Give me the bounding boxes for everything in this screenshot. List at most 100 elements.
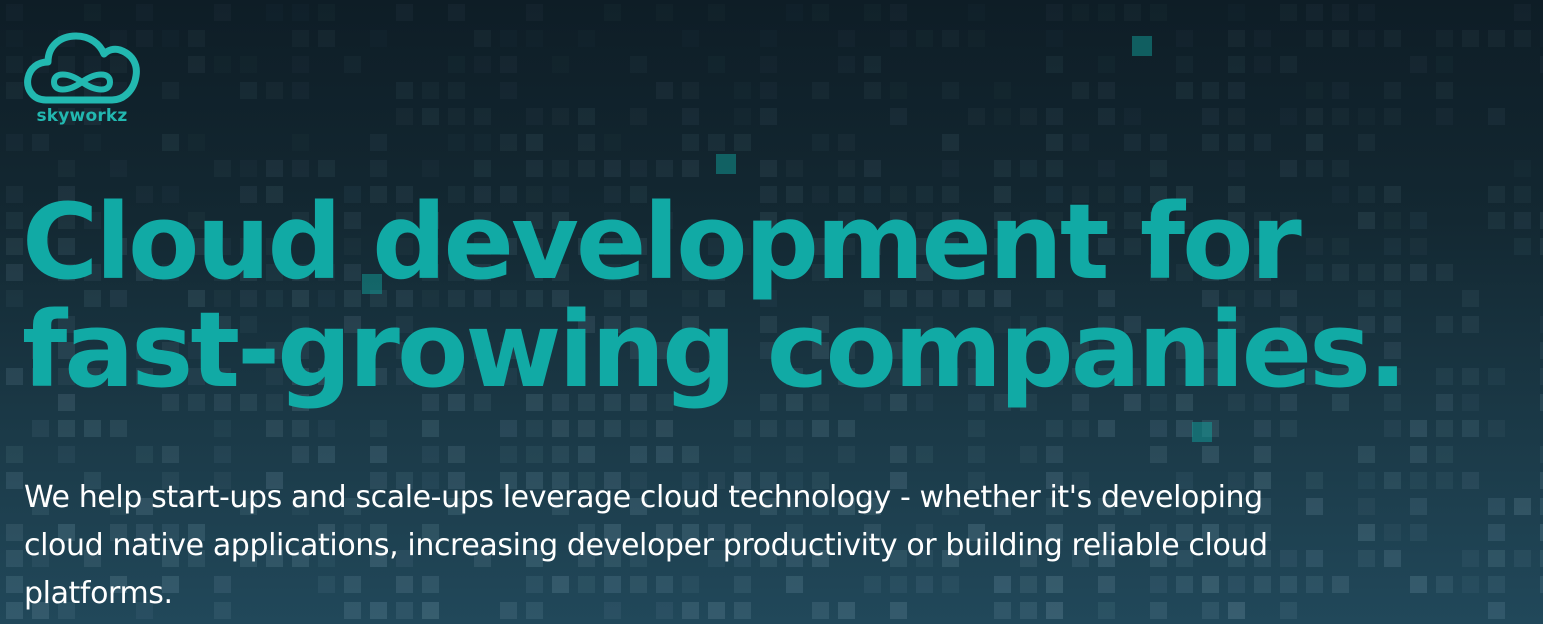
grid-pixel bbox=[786, 420, 803, 437]
grid-pixel bbox=[1358, 498, 1375, 515]
grid-pixel bbox=[6, 576, 23, 593]
grid-pixel bbox=[1176, 82, 1193, 99]
grid-pixel bbox=[1358, 472, 1375, 489]
grid-pixel bbox=[526, 108, 543, 125]
grid-pixel bbox=[500, 56, 517, 73]
grid-pixel bbox=[1072, 4, 1089, 21]
grid-pixel bbox=[578, 420, 595, 437]
grid-pixel bbox=[552, 56, 569, 73]
grid-pixel bbox=[266, 160, 283, 177]
grid-pixel bbox=[6, 550, 23, 567]
grid-pixel bbox=[1436, 82, 1453, 99]
grid-pixel bbox=[1280, 160, 1297, 177]
grid-pixel bbox=[890, 4, 907, 21]
grid-pixel bbox=[682, 160, 699, 177]
grid-pixel bbox=[448, 56, 465, 73]
grid-pixel bbox=[1150, 4, 1167, 21]
grid-pixel bbox=[578, 160, 595, 177]
grid-pixel bbox=[760, 30, 777, 47]
grid-pixel bbox=[1202, 82, 1219, 99]
grid-pixel bbox=[1254, 30, 1271, 47]
grid-pixel bbox=[422, 160, 439, 177]
grid-pixel bbox=[786, 446, 803, 463]
grid-pixel bbox=[968, 4, 985, 21]
grid-pixel bbox=[552, 420, 569, 437]
grid-pixel bbox=[1488, 108, 1505, 125]
grid-pixel bbox=[1228, 108, 1245, 125]
grid-pixel bbox=[214, 446, 231, 463]
grid-pixel bbox=[812, 420, 829, 437]
grid-pixel bbox=[1384, 550, 1401, 567]
grid-pixel bbox=[786, 4, 803, 21]
grid-pixel bbox=[1514, 498, 1531, 515]
grid-pixel bbox=[1072, 420, 1089, 437]
grid-pixel bbox=[1488, 576, 1505, 593]
grid-pixel bbox=[6, 212, 23, 229]
grid-pixel bbox=[448, 82, 465, 99]
grid-pixel bbox=[760, 108, 777, 125]
grid-pixel bbox=[1488, 602, 1505, 619]
grid-pixel bbox=[1436, 108, 1453, 125]
grid-pixel bbox=[422, 108, 439, 125]
grid-pixel bbox=[1202, 108, 1219, 125]
grid-pixel bbox=[916, 446, 933, 463]
grid-pixel-accent bbox=[1192, 422, 1212, 442]
grid-pixel bbox=[864, 56, 881, 73]
grid-pixel bbox=[58, 160, 75, 177]
grid-pixel bbox=[1020, 108, 1037, 125]
grid-pixel bbox=[1098, 56, 1115, 73]
grid-pixel bbox=[1462, 550, 1479, 567]
grid-pixel bbox=[474, 134, 491, 151]
grid-pixel bbox=[1358, 30, 1375, 47]
hero-section: skyworkz Cloud development for fast-grow… bbox=[0, 0, 1543, 624]
grid-pixel bbox=[1462, 420, 1479, 437]
grid-pixel bbox=[292, 134, 309, 151]
grid-pixel bbox=[1306, 4, 1323, 21]
grid-pixel bbox=[162, 30, 179, 47]
logo-wordmark: skyworkz bbox=[36, 106, 128, 126]
skyworkz-logo[interactable]: skyworkz bbox=[24, 28, 140, 132]
grid-pixel bbox=[1384, 420, 1401, 437]
grid-pixel bbox=[1436, 30, 1453, 47]
grid-pixel bbox=[266, 82, 283, 99]
grid-pixel bbox=[552, 160, 569, 177]
grid-pixel bbox=[214, 56, 231, 73]
grid-pixel bbox=[1280, 108, 1297, 125]
grid-pixel bbox=[890, 446, 907, 463]
grid-pixel bbox=[58, 446, 75, 463]
grid-pixel bbox=[500, 30, 517, 47]
grid-pixel bbox=[1358, 524, 1375, 541]
grid-pixel bbox=[760, 56, 777, 73]
grid-pixel bbox=[1228, 134, 1245, 151]
grid-pixel bbox=[1488, 524, 1505, 541]
grid-pixel bbox=[6, 264, 23, 281]
grid-pixel bbox=[370, 30, 387, 47]
grid-pixel bbox=[1514, 30, 1531, 47]
grid-pixel bbox=[630, 108, 647, 125]
grid-pixel bbox=[864, 4, 881, 21]
grid-pixel bbox=[1488, 498, 1505, 515]
grid-pixel bbox=[6, 30, 23, 47]
grid-pixel bbox=[630, 160, 647, 177]
grid-pixel bbox=[1306, 30, 1323, 47]
grid-pixel-accent bbox=[716, 154, 736, 174]
grid-pixel bbox=[682, 134, 699, 151]
grid-pixel bbox=[942, 82, 959, 99]
grid-pixel bbox=[1514, 4, 1531, 21]
grid-pixel bbox=[396, 4, 413, 21]
grid-pixel bbox=[6, 134, 23, 151]
grid-pixel bbox=[344, 56, 361, 73]
grid-pixel bbox=[864, 160, 881, 177]
grid-pixel bbox=[1410, 498, 1427, 515]
grid-pixel bbox=[318, 420, 335, 437]
grid-pixel bbox=[968, 30, 985, 47]
grid-pixel bbox=[864, 82, 881, 99]
grid-pixel bbox=[136, 4, 153, 21]
grid-pixel bbox=[292, 420, 309, 437]
grid-pixel bbox=[474, 160, 491, 177]
grid-pixel bbox=[32, 134, 49, 151]
grid-pixel bbox=[292, 446, 309, 463]
grid-pixel bbox=[1098, 420, 1115, 437]
grid-pixel bbox=[1410, 446, 1427, 463]
grid-pixel bbox=[58, 420, 75, 437]
